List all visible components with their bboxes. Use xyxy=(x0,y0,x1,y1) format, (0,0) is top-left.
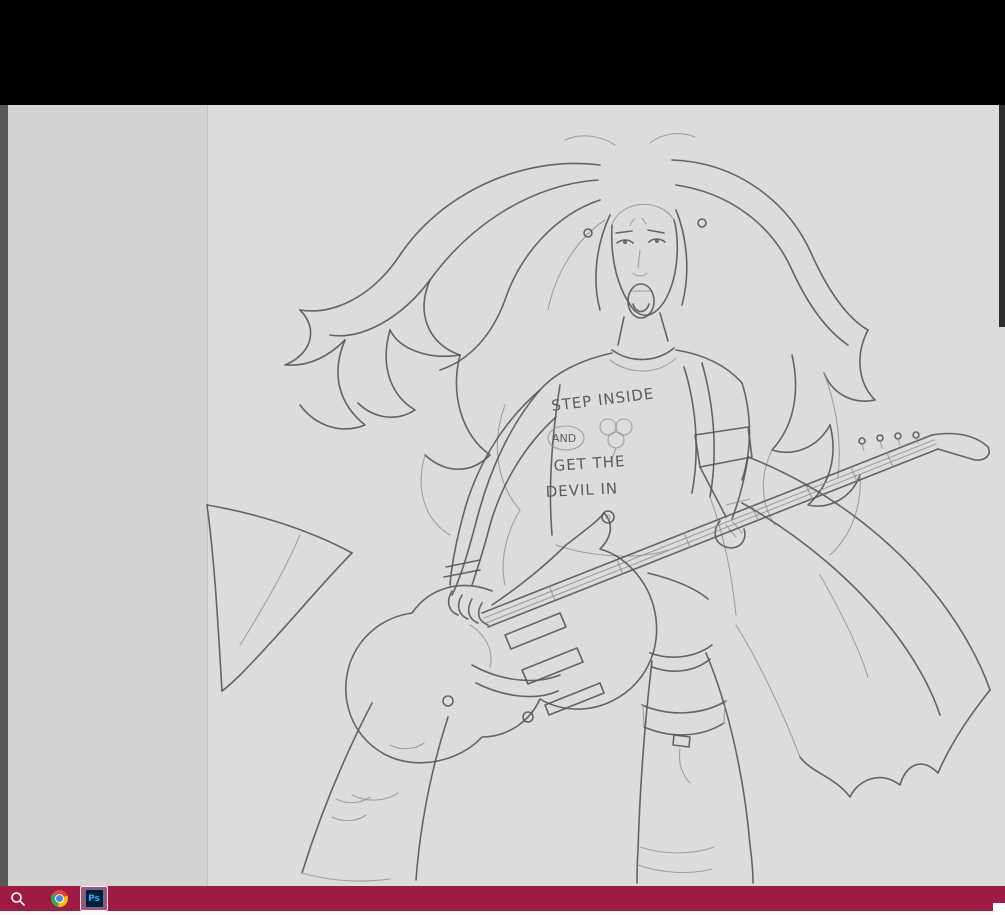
svg-text:STEP INSIDE: STEP INSIDE xyxy=(550,384,655,414)
shirt-text: STEP INSIDE AND GET THE DEVIL IN xyxy=(545,384,655,501)
guitar-lines xyxy=(346,432,989,763)
leg-lines xyxy=(302,573,753,883)
taskbar-chrome-button[interactable] xyxy=(48,888,70,909)
hair-lines xyxy=(285,134,875,585)
chrome-icon xyxy=(51,890,68,907)
left-screen-edge xyxy=(0,105,8,886)
svg-text:GET THE: GET THE xyxy=(553,452,626,475)
photoshop-icon: Ps xyxy=(85,889,104,908)
face-lines xyxy=(612,204,678,318)
photoshop-badge-text: Ps xyxy=(88,894,100,904)
taskbar-search-button[interactable] xyxy=(6,888,30,909)
bottom-edge-strip xyxy=(0,911,1005,915)
search-icon xyxy=(10,891,26,907)
taskbar: Ps xyxy=(0,886,1005,911)
desktop-screen: STEP INSIDE AND GET THE DEVIL IN xyxy=(0,0,1005,915)
taskbar-photoshop-button[interactable]: Ps xyxy=(80,886,108,911)
bottom-right-artifact xyxy=(993,903,1005,915)
app-canvas-area[interactable]: STEP INSIDE AND GET THE DEVIL IN xyxy=(8,105,1005,886)
guitar-girl-sketch: STEP INSIDE AND GET THE DEVIL IN xyxy=(0,105,1005,886)
svg-text:DEVIL IN: DEVIL IN xyxy=(545,479,618,501)
top-letterbox-bar xyxy=(0,0,1005,106)
right-screen-edge xyxy=(999,105,1005,327)
svg-text:AND: AND xyxy=(552,432,576,445)
coat-lines xyxy=(207,457,990,797)
